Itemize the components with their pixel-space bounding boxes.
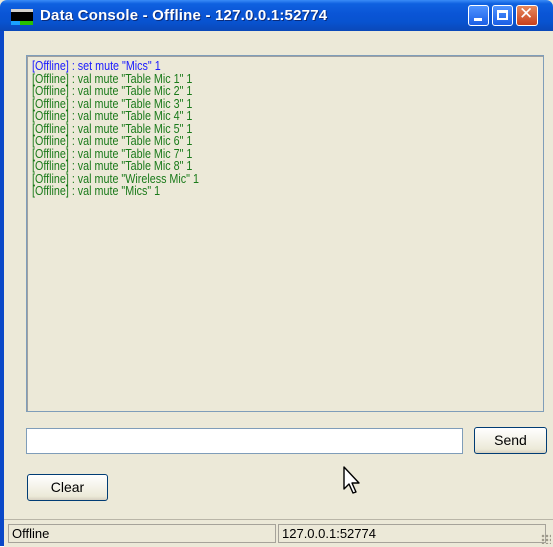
window-frame-left <box>0 31 4 546</box>
title-bar[interactable]: Data Console - Offline - 127.0.0.1:52774… <box>0 0 553 31</box>
console-log[interactable]: [Offline] : set mute "Mics" 1 [Offline] :… <box>26 55 544 412</box>
data-console-window: Data Console - Offline - 127.0.0.1:52774… <box>0 0 553 547</box>
window-title: Data Console - Offline - 127.0.0.1:52774 <box>40 7 328 24</box>
close-icon: ✕ <box>519 4 534 24</box>
status-address: 127.0.0.1:52774 <box>278 524 546 543</box>
send-button[interactable]: Send <box>474 427 547 454</box>
console-log-lines: [Offline] : set mute "Mics" 1 [Offline] :… <box>32 60 226 198</box>
status-bar: Offline 127.0.0.1:52774 <box>4 519 553 547</box>
close-button[interactable]: ✕ <box>516 4 538 26</box>
console-app-icon <box>11 9 33 25</box>
status-connection-state: Offline <box>8 524 276 543</box>
maximize-icon <box>497 10 508 20</box>
maximize-button[interactable] <box>492 5 513 26</box>
log-line: [Offline] : val mute "Mics" 1 <box>32 184 161 198</box>
mouse-pointer-icon <box>343 466 360 494</box>
minimize-button[interactable] <box>468 5 489 26</box>
resize-grip-icon[interactable] <box>541 534 551 544</box>
minimize-icon <box>474 18 482 21</box>
command-input[interactable] <box>26 428 463 454</box>
clear-button[interactable]: Clear <box>27 474 108 501</box>
